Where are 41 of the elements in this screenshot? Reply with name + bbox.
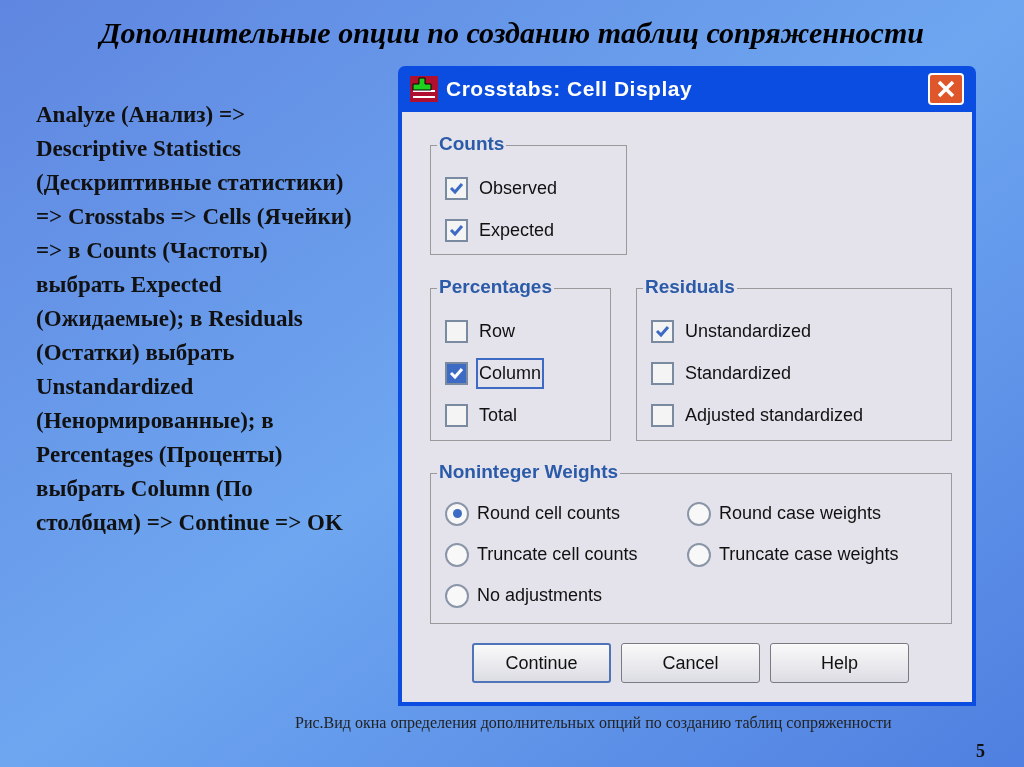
radio-button[interactable] [687, 542, 711, 567]
checkbox[interactable] [651, 320, 674, 343]
radio-label: Truncate cell counts [477, 543, 638, 566]
figure-caption: Рис.Вид окна определения дополнительных опций по созданию таблиц сопряженности [295, 713, 893, 733]
dialog-button[interactable]: Continue [472, 643, 611, 683]
radio-label: Truncate case weights [719, 543, 899, 566]
checkbox[interactable] [445, 219, 468, 242]
instructions-paragraph: Analyze (Анализ) => Descriptive Statistics (Дескриптивные статистики) => Crosstabs => Cells (Ячейки) => в Counts (Частоты) выбрать Expected (Ожидаемые); в Residuals (Остатки) выбрать Unstandardized (Ненормированные); в Percentages (Проценты) выбрать Column (По столбцам) => Continue => OK [36, 101, 353, 537]
slide-title: Дополнительные опции по созданию таблиц сопряженности [10, 10, 1014, 55]
checkbox-label: Total [478, 404, 519, 427]
checkmark-icon [655, 325, 670, 338]
radio-button[interactable] [445, 501, 469, 526]
checkbox[interactable] [445, 177, 468, 200]
checkbox-label: Row [478, 320, 516, 343]
radio-button[interactable] [687, 501, 711, 526]
checkmark-icon [449, 182, 464, 195]
checkmark-icon [449, 367, 464, 380]
close-button[interactable] [928, 73, 964, 105]
dialog-button[interactable]: Cancel [621, 643, 760, 683]
dialog-button[interactable]: Help [770, 643, 909, 683]
checkbox-label: Unstandardized [684, 320, 813, 343]
radio-label: Round case weights [719, 502, 882, 525]
checkbox-label: Standardized [684, 362, 793, 385]
checkbox[interactable] [651, 404, 674, 427]
radio-label: Round cell counts [477, 502, 621, 525]
checkbox-label: Adjusted standardized [684, 404, 865, 427]
radio-button[interactable] [445, 583, 469, 608]
checkbox-label: Expected [478, 219, 556, 242]
radio-button[interactable] [445, 542, 469, 567]
checkbox-label: Observed [478, 177, 559, 200]
checkbox[interactable] [651, 362, 674, 385]
close-icon [937, 80, 955, 98]
radio-label: No adjustments [477, 584, 603, 607]
checkbox[interactable] [445, 404, 468, 427]
checkbox-label: Column [476, 358, 545, 389]
window-title: Crosstabs: Cell Display [446, 76, 694, 103]
app-icon [410, 76, 438, 102]
checkbox[interactable] [445, 320, 468, 343]
checkbox[interactable] [445, 362, 468, 385]
checkmark-icon [449, 224, 464, 237]
page-number: 5 [976, 740, 985, 763]
